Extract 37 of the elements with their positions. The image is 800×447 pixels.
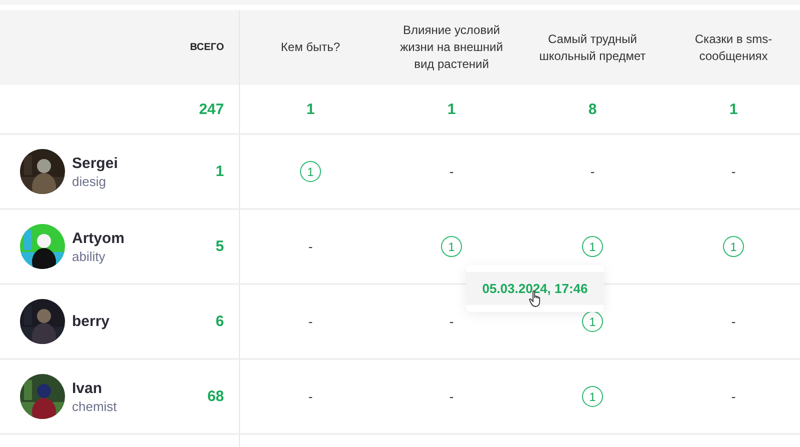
- total-count: 1: [729, 100, 738, 118]
- column-header: Сказки в sms-сообщениях: [694, 30, 774, 64]
- total-count: 8: [588, 100, 597, 118]
- column-header: ВСЕГО: [190, 42, 224, 53]
- answer-count[interactable]: 1: [300, 161, 321, 182]
- total-count: 6: [216, 313, 224, 330]
- answer-count[interactable]: 1: [582, 386, 603, 407]
- column-header: Кем быть?: [280, 39, 342, 56]
- user-login: chemist: [72, 398, 117, 414]
- answer-count[interactable]: 1: [723, 236, 744, 257]
- user-login: ability: [72, 248, 106, 264]
- answer-count[interactable]: 1: [582, 236, 603, 257]
- total-count: 1: [447, 100, 456, 118]
- date-tooltip: 05.03.2024, 17:46: [466, 265, 604, 312]
- empty-mark: -: [308, 389, 313, 404]
- total-count: 5: [216, 238, 224, 255]
- column-header: Самый трудный школьный предмет: [538, 30, 647, 64]
- column-header: Влияние условий жизни на внешний вид растений: [399, 22, 504, 73]
- empty-mark: -: [449, 314, 454, 329]
- empty-mark: -: [449, 389, 454, 404]
- empty-mark: -: [308, 239, 313, 254]
- user-login: diesig: [72, 174, 107, 188]
- empty-mark: -: [731, 389, 736, 404]
- answer-count[interactable]: 1: [441, 236, 462, 257]
- empty-mark: -: [590, 164, 595, 179]
- total-count: 247: [198, 100, 224, 118]
- total-count: 1: [306, 100, 315, 118]
- empty-mark: -: [731, 164, 736, 179]
- user-name[interactable]: berry: [72, 313, 110, 330]
- user-name[interactable]: Ivan: [72, 380, 117, 396]
- empty-mark: -: [449, 164, 454, 179]
- empty-mark: -: [308, 314, 313, 329]
- empty-mark: -: [731, 314, 736, 329]
- total-count: 1: [216, 163, 224, 180]
- total-count: 68: [207, 388, 224, 405]
- user-name[interactable]: Sergei: [72, 154, 118, 172]
- user-name[interactable]: Artyom: [72, 230, 125, 246]
